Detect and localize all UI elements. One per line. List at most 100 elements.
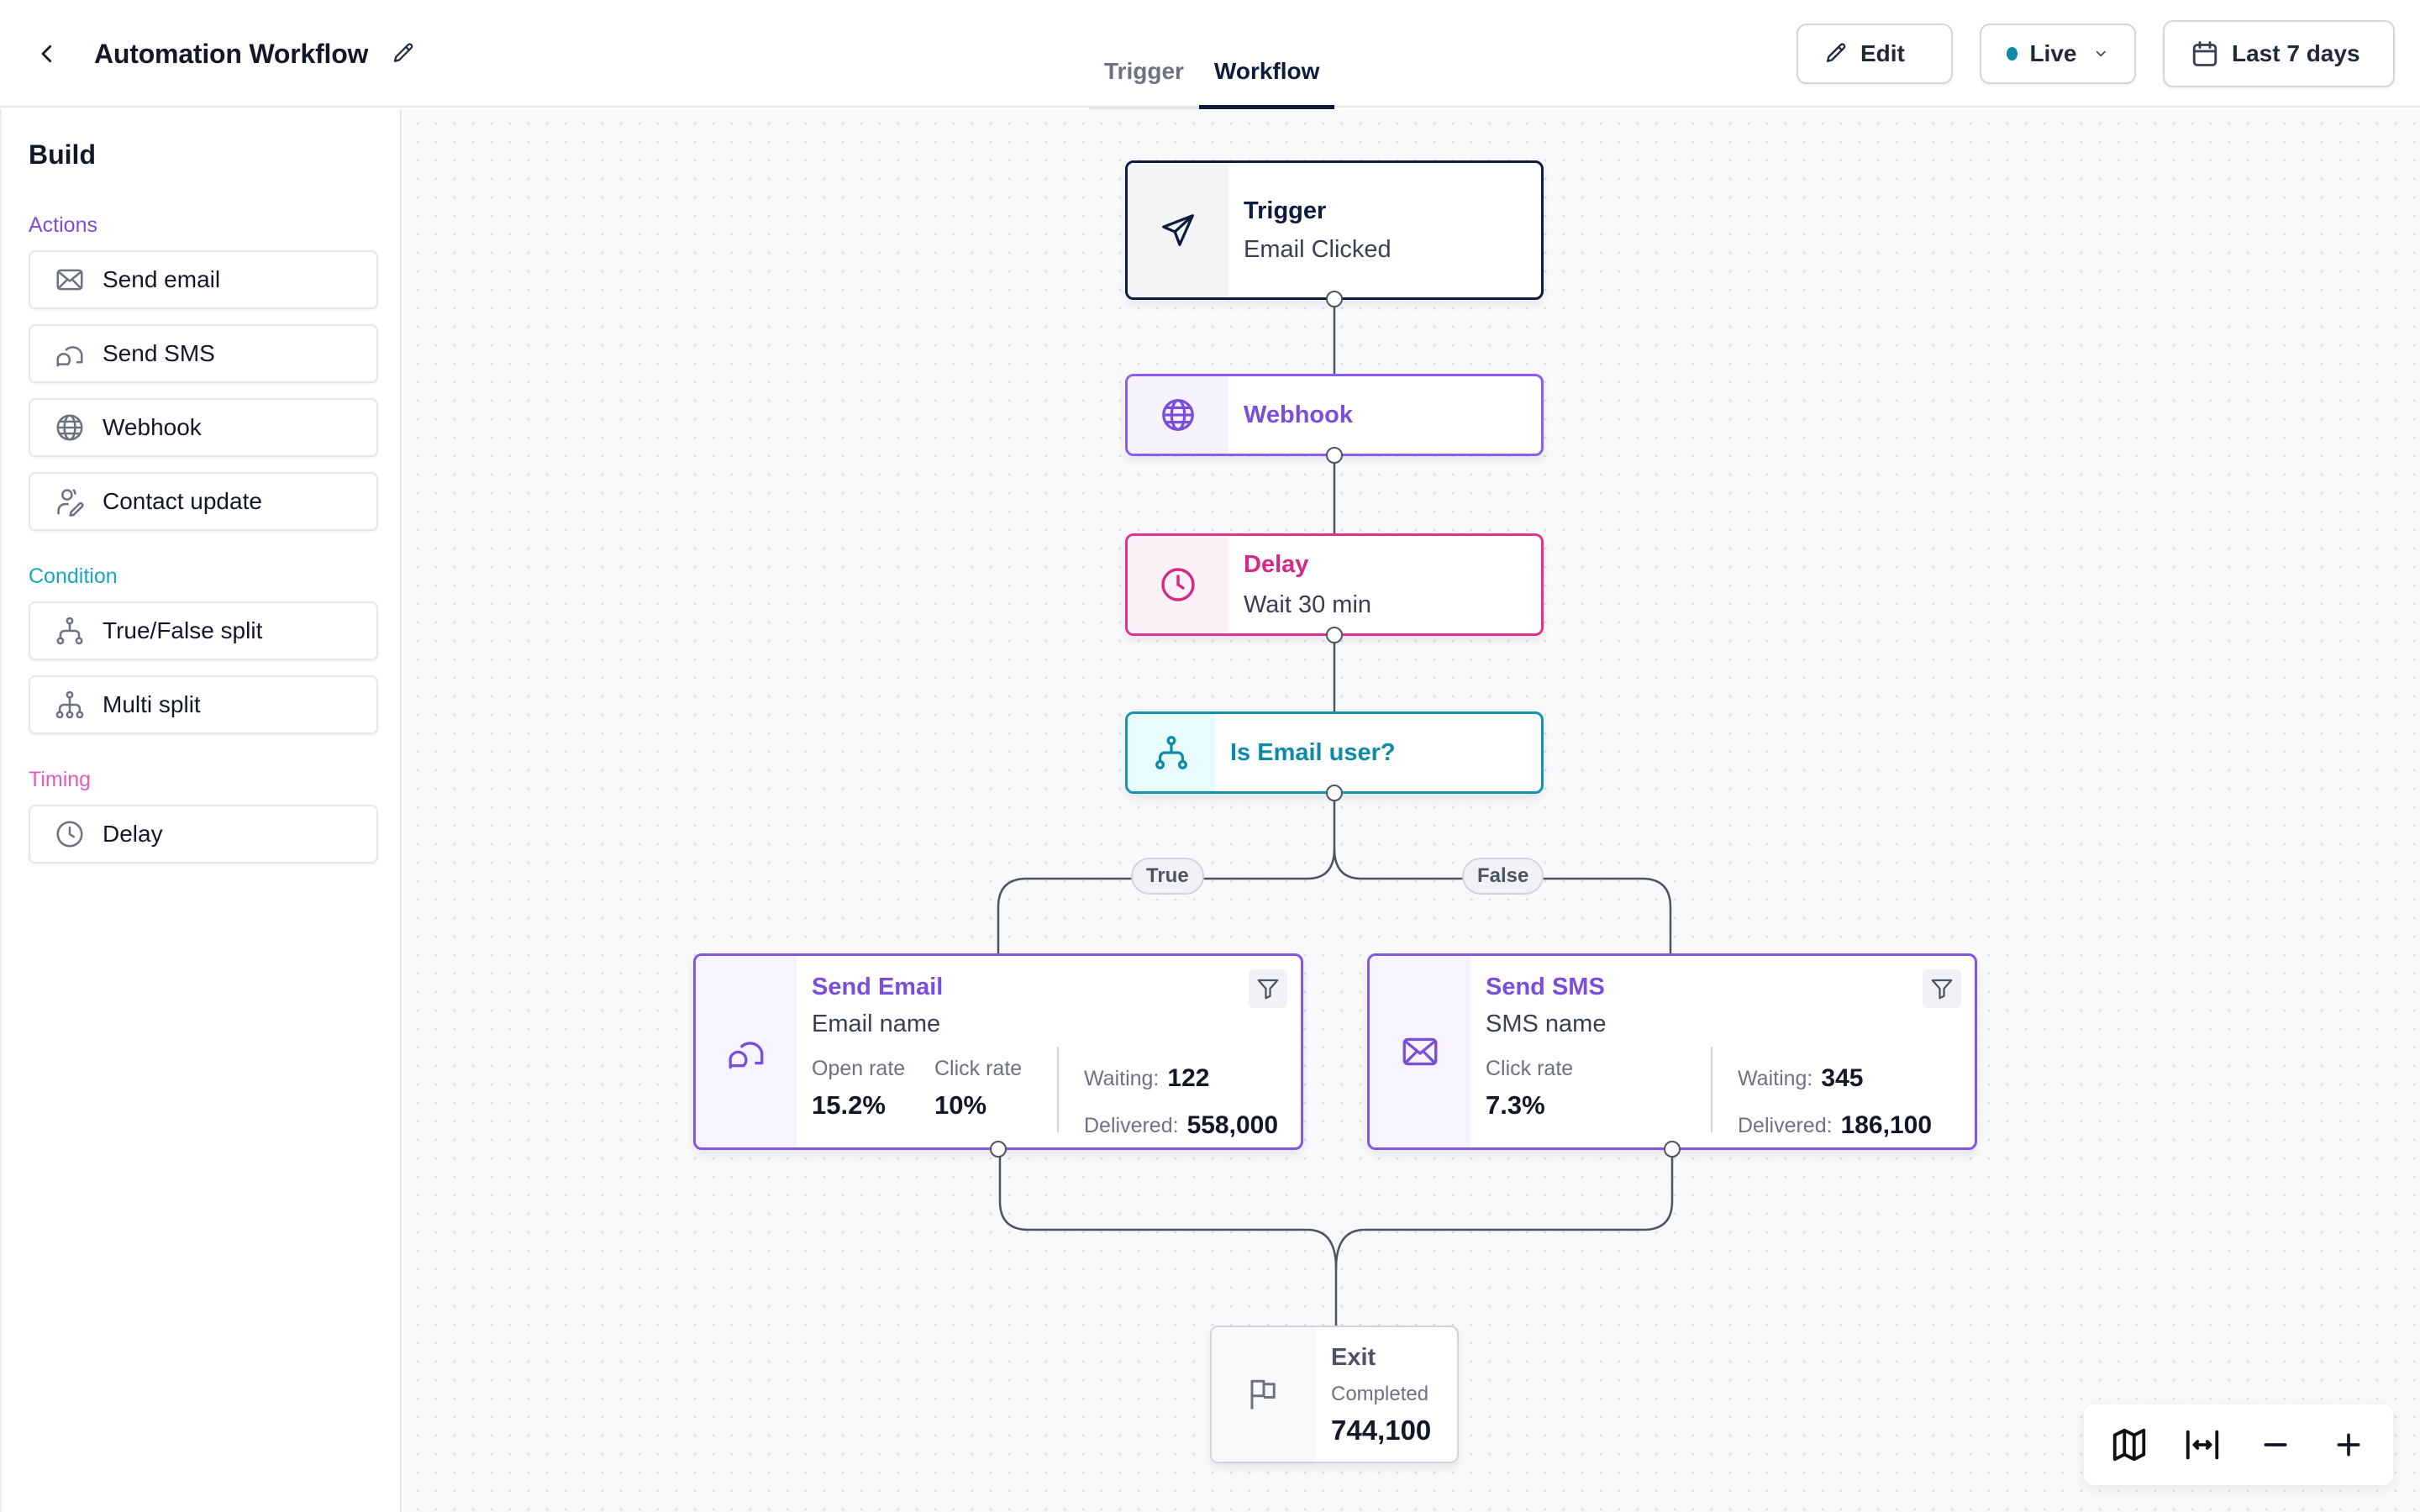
mail-icon (1402, 1037, 1438, 1066)
tab-trigger[interactable]: Trigger (1089, 50, 1199, 109)
node-title: Send SMS (1486, 974, 1605, 1000)
sidebar-item-label: Delay (103, 821, 163, 847)
node-stats: Click rate 7.3% Waiting: 345 Delivered: 18… (1486, 1047, 1975, 1139)
metric-value: 10% (934, 1090, 987, 1120)
calendar-icon (2192, 41, 2217, 66)
node-title: Exit (1331, 1344, 1376, 1371)
sidebar-item-multi-split[interactable]: Multi split (29, 675, 378, 734)
sidebar-item-send-sms[interactable]: Send SMS (29, 324, 378, 383)
delivered-label: Delivered: (1738, 1114, 1833, 1137)
exit-node[interactable]: Exit Completed 744,100 (1210, 1326, 1459, 1463)
branch-label-false[interactable]: False (1462, 858, 1544, 895)
delivered-label: Delivered: (1084, 1114, 1179, 1137)
webhook-node[interactable]: Webhook (1125, 374, 1544, 464)
zoom-out-button[interactable] (2250, 1420, 2301, 1470)
workflow-canvas[interactable] (403, 109, 2420, 1512)
minus-icon (2264, 1443, 2286, 1446)
metric-click-rate: Click rate 7.3% (1486, 1055, 1711, 1127)
sidebar-item-label: Contact update (103, 488, 262, 514)
trigger-node[interactable]: Trigger Email Clicked (1125, 160, 1544, 307)
output-handle[interactable] (990, 1141, 1007, 1158)
user-edit-icon (57, 489, 84, 517)
fit-width-button[interactable] (2177, 1420, 2228, 1470)
delivered-count: Delivered: 558,000 (1084, 1102, 1278, 1149)
sidebar-item-webhook[interactable]: Webhook (29, 398, 378, 457)
send-sms-node[interactable]: Send SMS SMS name Click rate 7.3% Waitin… (1367, 953, 1977, 1158)
fit-width-icon (2186, 1430, 2218, 1460)
sidebar-item-true-false-split[interactable]: True/False split (29, 601, 378, 660)
edit-button-label: Edit (1860, 40, 1905, 66)
output-handle[interactable] (1326, 627, 1343, 643)
send-email-node[interactable]: Send Email Email name Open rate 15.2% Cl… (693, 953, 1303, 1158)
output-handle[interactable] (1326, 291, 1343, 307)
condition-node[interactable]: Is Email user? (1125, 711, 1544, 801)
metric-label: Click rate (934, 1057, 1023, 1080)
chevron-down-icon (2096, 50, 2107, 57)
filter-icon (1257, 979, 1279, 1000)
output-handle[interactable] (1326, 785, 1343, 801)
exit-completed-label: Completed (1331, 1383, 1429, 1405)
chat-bubbles-icon (56, 346, 83, 367)
output-handle[interactable] (1664, 1141, 1681, 1158)
sidebar-item-contact-update[interactable]: Contact update (29, 472, 378, 531)
canvas-controls (2084, 1404, 2393, 1485)
zoom-in-button[interactable] (2323, 1420, 2374, 1470)
sidebar-item-delay[interactable]: Delay (29, 805, 378, 864)
condition-icon-pane (1128, 714, 1215, 791)
delivered-count: Delivered: 186,100 (1738, 1102, 1932, 1149)
delivered-value: 186,100 (1840, 1111, 1933, 1139)
metric-value: 7.3% (1486, 1090, 1545, 1120)
delay-icon-pane (1128, 536, 1228, 633)
multi-split-icon (55, 690, 84, 719)
metric-label: Click rate (1486, 1057, 1574, 1080)
waiting-value: 345 (1821, 1064, 1864, 1092)
metric-value: 15.2% (812, 1090, 886, 1120)
globe-icon (56, 414, 83, 441)
tab-workflow[interactable]: Workflow (1198, 50, 1335, 109)
sidebar-title: Build (29, 139, 96, 170)
waiting-label: Waiting: (1084, 1067, 1160, 1090)
webhook-icon-pane (1128, 376, 1228, 454)
waiting-value: 122 (1167, 1064, 1210, 1092)
waiting-count: Waiting: 122 (1084, 1055, 1278, 1102)
date-range-picker[interactable]: Last 7 days (2163, 20, 2395, 87)
node-subtitle: Wait 30 min (1244, 591, 1372, 618)
plus-icon (2337, 1433, 2360, 1457)
branch-label-true[interactable]: True (1131, 858, 1204, 895)
metric-click-rate: Click rate 10% (934, 1055, 1057, 1127)
trigger-icon-pane (1128, 163, 1228, 297)
section-label-timing: Timing (29, 768, 92, 791)
metric-open-rate: Open rate 15.2% (812, 1055, 934, 1127)
minimap-button[interactable] (2104, 1420, 2154, 1470)
page-title: Automation Workflow (94, 39, 369, 69)
pencil-icon (393, 43, 413, 62)
node-title: Webhook (1244, 402, 1353, 428)
filter-button[interactable] (1923, 969, 1961, 1008)
metric-label: Open rate (812, 1057, 906, 1080)
section-label-actions: Actions (29, 213, 97, 237)
rename-button[interactable] (388, 39, 418, 69)
delay-node[interactable]: Delay Wait 30 min (1125, 533, 1544, 643)
chat-bubbles-icon (729, 1042, 764, 1069)
filter-button[interactable] (1249, 969, 1287, 1008)
chevron-left-icon (41, 45, 52, 63)
status-dot-icon (2007, 47, 2018, 60)
branch-split-icon (56, 617, 83, 645)
globe-icon (1162, 399, 1194, 431)
node-subtitle: Email Clicked (1244, 236, 1392, 263)
section-label-condition: Condition (29, 564, 118, 588)
view-tabs: Trigger Workflow (1089, 50, 1335, 109)
edit-button[interactable]: Edit (1797, 24, 1953, 84)
sidebar-item-label: Multi split (103, 691, 201, 717)
output-handle[interactable] (1326, 447, 1343, 464)
counts: Waiting: 122 Delivered: 558,000 (1059, 1055, 1278, 1139)
status-dropdown[interactable]: Live (1980, 24, 2136, 84)
back-button[interactable] (30, 37, 64, 71)
sidebar-item-label: True/False split (103, 617, 263, 643)
waiting-label: Waiting: (1738, 1067, 1813, 1090)
pencil-icon (1826, 43, 1846, 62)
exit-completed-value: 744,100 (1331, 1415, 1432, 1446)
sidebar-item-send-email[interactable]: Send email (29, 250, 378, 309)
node-title: Trigger (1244, 197, 1327, 224)
exit-icon-pane (1212, 1327, 1316, 1462)
